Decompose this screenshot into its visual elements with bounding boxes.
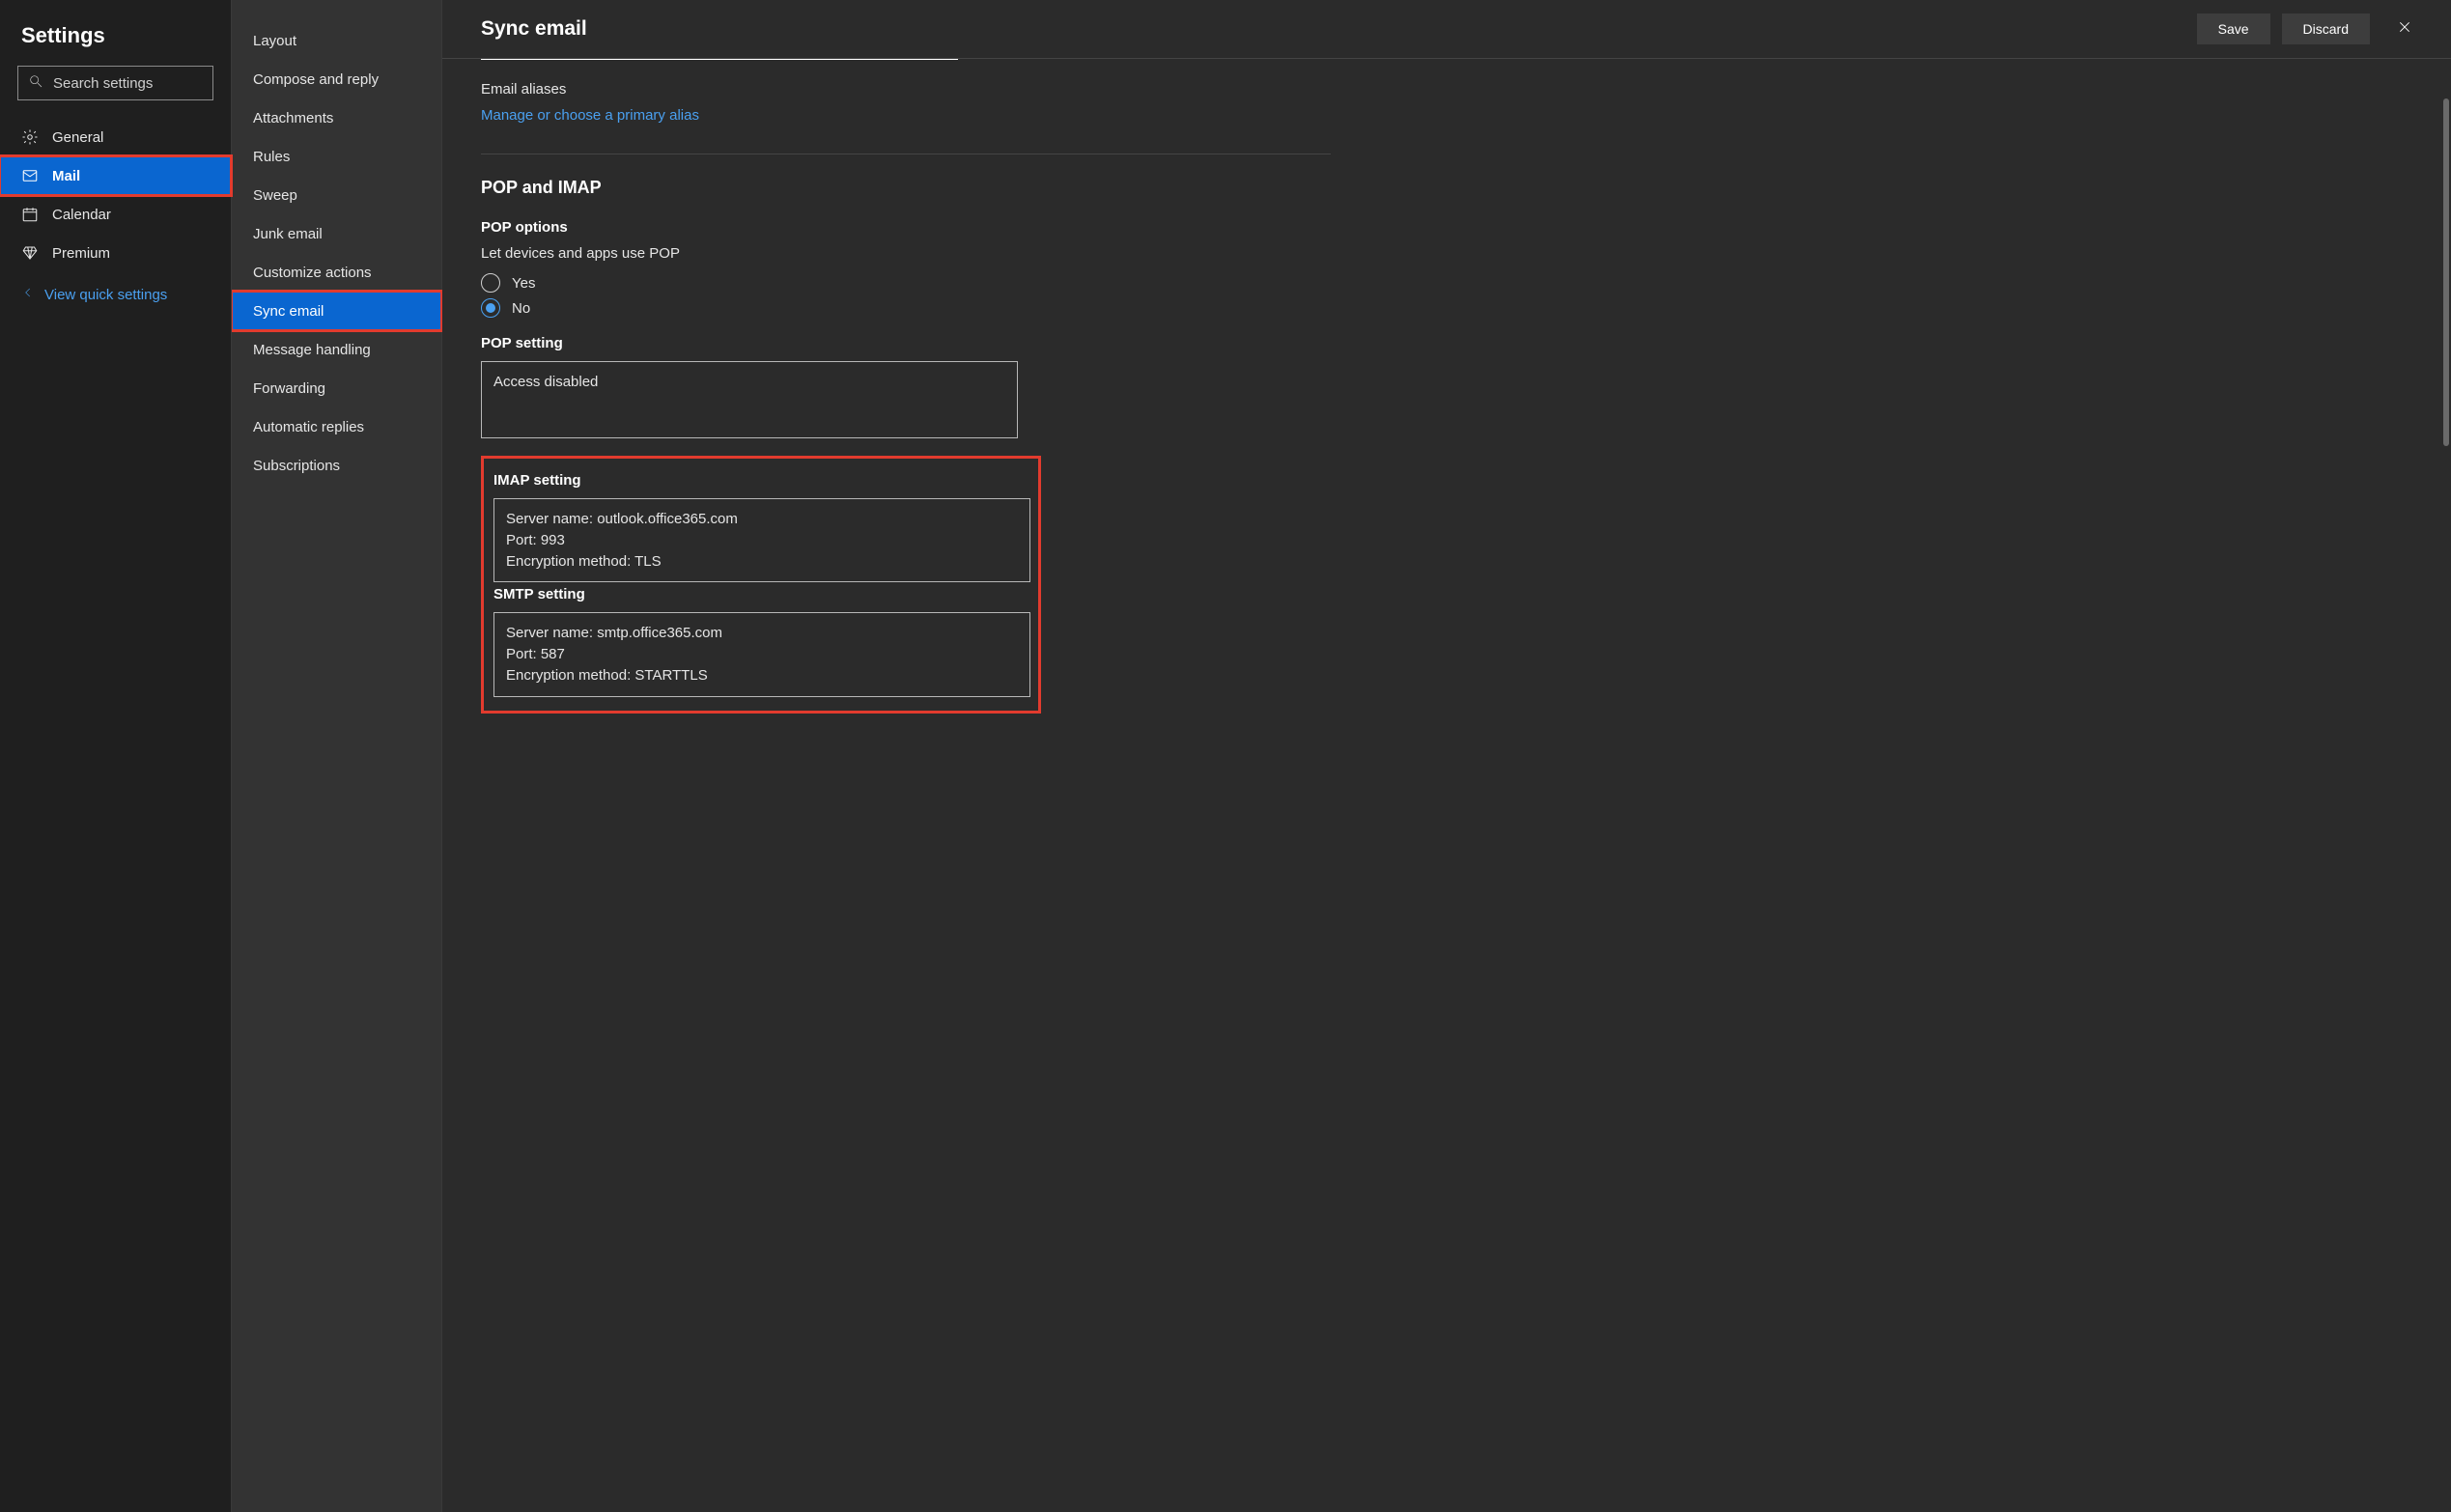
content-body: Email aliases Manage or choose a primary…: [442, 59, 2451, 752]
pop-yes-radio[interactable]: Yes: [481, 273, 2412, 293]
chevron-left-icon: [21, 286, 35, 303]
save-button[interactable]: Save: [2197, 14, 2270, 44]
active-tab-indicator: [481, 59, 958, 60]
category-label: Calendar: [52, 207, 111, 223]
smtp-setting-box: Server name: smtp.office365.com Port: 58…: [493, 612, 1030, 696]
category-mail[interactable]: Mail: [0, 156, 231, 195]
smtp-port: Port: 587: [506, 644, 1018, 665]
subnav-automatic-replies[interactable]: Automatic replies: [232, 407, 441, 446]
pop-no-radio[interactable]: No: [481, 298, 2412, 318]
category-label: Premium: [52, 245, 110, 262]
subnav-attachments[interactable]: Attachments: [232, 98, 441, 137]
quick-settings-label: View quick settings: [44, 287, 167, 303]
search-icon: [28, 73, 43, 94]
manage-alias-link[interactable]: Manage or choose a primary alias: [481, 107, 699, 124]
pop-setting-title: POP setting: [481, 335, 2412, 351]
calendar-icon: [21, 206, 39, 223]
content-panel: Sync email Save Discard Email aliases Ma…: [442, 0, 2451, 1512]
category-label: Mail: [52, 168, 80, 184]
pop-setting-value: Access disabled: [493, 374, 598, 390]
imap-smtp-callout: IMAP setting Server name: outlook.office…: [481, 456, 1041, 714]
imap-port: Port: 993: [506, 530, 1018, 551]
category-list: General Mail Calendar Premium: [0, 118, 231, 272]
subnav-customize-actions[interactable]: Customize actions: [232, 253, 441, 292]
imap-encryption: Encryption method: TLS: [506, 551, 1018, 573]
imap-setting-box: Server name: outlook.office365.com Port:…: [493, 498, 1030, 582]
mail-icon: [21, 167, 39, 184]
discard-button[interactable]: Discard: [2282, 14, 2370, 44]
close-button[interactable]: [2389, 14, 2420, 44]
settings-title: Settings: [0, 15, 231, 66]
smtp-setting-title: SMTP setting: [493, 586, 1028, 602]
imap-setting-title: IMAP setting: [493, 472, 1028, 489]
subnav-subscriptions[interactable]: Subscriptions: [232, 446, 441, 485]
category-general[interactable]: General: [0, 118, 231, 156]
category-premium[interactable]: Premium: [0, 234, 231, 272]
subnav-rules[interactable]: Rules: [232, 137, 441, 176]
search-settings[interactable]: [17, 66, 213, 100]
content-header: Sync email Save Discard: [442, 0, 2451, 59]
gear-icon: [21, 128, 39, 146]
sidebar-middle: Layout Compose and reply Attachments Rul…: [232, 0, 442, 1512]
pop-setting-box: Access disabled: [481, 361, 1018, 438]
smtp-server: Server name: smtp.office365.com: [506, 623, 1018, 644]
diamond-icon: [21, 244, 39, 262]
mail-subnav: Layout Compose and reply Attachments Rul…: [232, 21, 441, 485]
pop-imap-title: POP and IMAP: [481, 178, 2412, 198]
subnav-message-handling[interactable]: Message handling: [232, 330, 441, 369]
email-aliases-label: Email aliases: [481, 81, 2412, 98]
smtp-encryption: Encryption method: STARTTLS: [506, 665, 1018, 686]
subnav-sweep[interactable]: Sweep: [232, 176, 441, 214]
subnav-compose-and-reply[interactable]: Compose and reply: [232, 60, 441, 98]
subnav-layout[interactable]: Layout: [232, 21, 441, 60]
close-icon: [2397, 19, 2412, 40]
subnav-junk-email[interactable]: Junk email: [232, 214, 441, 253]
subnav-forwarding[interactable]: Forwarding: [232, 369, 441, 407]
imap-server: Server name: outlook.office365.com: [506, 509, 1018, 530]
category-label: General: [52, 129, 103, 146]
search-input[interactable]: [53, 75, 203, 92]
page-title: Sync email: [481, 17, 2185, 41]
radio-label: No: [512, 300, 530, 317]
radio-icon: [481, 298, 500, 318]
sidebar-left: Settings General Mail: [0, 0, 232, 1512]
settings-window: Settings General Mail: [0, 0, 2451, 1512]
view-quick-settings-link[interactable]: View quick settings: [0, 272, 231, 317]
radio-icon: [481, 273, 500, 293]
scrollbar[interactable]: [2443, 98, 2449, 446]
subnav-sync-email[interactable]: Sync email: [232, 292, 441, 330]
radio-label: Yes: [512, 275, 535, 292]
pop-options-title: POP options: [481, 219, 2412, 236]
category-calendar[interactable]: Calendar: [0, 195, 231, 234]
pop-options-desc: Let devices and apps use POP: [481, 245, 2412, 262]
